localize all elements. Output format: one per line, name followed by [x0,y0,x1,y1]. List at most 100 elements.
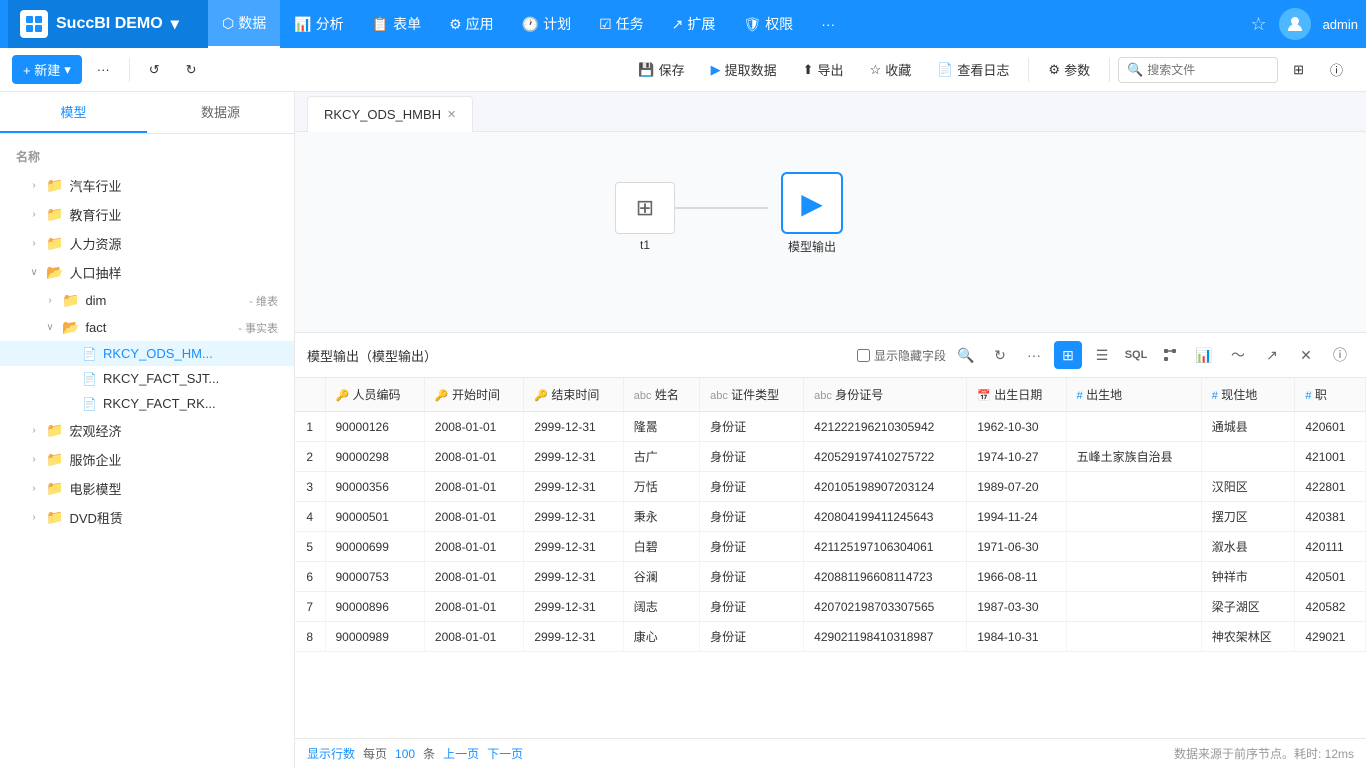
cell-姓名: 古广 [623,442,699,472]
list-view-btn[interactable]: ☰ [1088,341,1116,369]
data-table: 🔑 人员编码 🔑 开始时间 🔑 结束时间 [295,378,1366,652]
undo-button[interactable]: ↺ [138,57,171,83]
cell-职: 420501 [1295,562,1366,592]
app-icon: ⚙ [449,16,462,33]
show-rows-link[interactable]: 显示行数 [307,745,355,762]
hidden-fields-checkbox[interactable] [857,349,870,362]
col-id-num[interactable]: abc 身份证号 [804,378,967,412]
tree-item-macro[interactable]: › 📁 宏观经济 [0,416,294,445]
sql-btn[interactable]: SQL [1122,341,1150,369]
chart-btn[interactable]: 📊 [1190,341,1218,369]
col-birthplace[interactable]: # 出生地 [1066,378,1201,412]
nav-item-plan[interactable]: 🕐 计划 [508,0,585,48]
table-row: 1900001262008-01-012999-12-31隆暠身份证421222… [295,412,1366,442]
nav-item-more[interactable]: ··· [807,0,849,48]
search-input[interactable] [1147,63,1267,77]
param-icon: ⚙ [1048,62,1060,78]
show-hidden-checkbox[interactable]: 显示隐藏字段 [857,347,946,364]
param-button[interactable]: ⚙ 参数 [1037,55,1101,84]
node-output[interactable]: ▶ 模型输出 [767,172,857,255]
avatar[interactable] [1279,8,1311,40]
ellipsis-panel-btn[interactable]: ··· [1020,341,1048,369]
table-row: 2900002982008-01-012999-12-31古广身份证420529… [295,442,1366,472]
col-end-time[interactable]: 🔑 结束时间 [524,378,623,412]
dropdown-icon[interactable]: ▾ [171,14,179,34]
export-button[interactable]: ⬆ 导出 [792,55,855,84]
tab-rkcy[interactable]: RKCY_ODS_HMBH ✕ [307,96,473,132]
info-button[interactable]: ⓘ [1319,55,1354,84]
chevron-right-icon: › [28,238,40,249]
refresh-panel-btn[interactable]: ↻ [986,341,1014,369]
collect-button[interactable]: ☆ 收藏 [859,55,923,84]
more-button[interactable]: ··· [86,57,121,82]
permission-icon: 🛡 [743,16,761,33]
more-label: ··· [97,62,110,77]
tree-item-edu[interactable]: › 📁 教育行业 [0,200,294,229]
col-birthdate[interactable]: 📅 出生日期 [967,378,1066,412]
tree-item-auto[interactable]: › 📁 汽车行业 [0,171,294,200]
tree-item-fashion[interactable]: › 📁 服饰企业 [0,445,294,474]
cell-身份证号: 420804199411245643 [804,502,967,532]
col-residence[interactable]: # 现住地 [1201,378,1295,412]
tree-item-movie[interactable]: › 📁 电影模型 [0,474,294,503]
tree-item-dim[interactable]: › 📁 dim - 维表 [0,287,294,314]
tree-item-file1[interactable]: 📄 RKCY_ODS_HM... [0,341,294,366]
cell-结束时间: 2999-12-31 [524,442,623,472]
tab-close-icon[interactable]: ✕ [447,108,456,121]
node-view-btn[interactable] [1156,341,1184,369]
tree-item-file3[interactable]: 📄 RKCY_FACT_RK... [0,391,294,416]
grid-view-btn[interactable]: ⊞ [1054,341,1082,369]
nav-item-app[interactable]: ⚙ 应用 [435,0,508,48]
log-button[interactable]: 📄 查看日志 [926,55,1020,84]
cell-出生地 [1066,412,1201,442]
tree-item-fact[interactable]: ∨ 📂 fact - 事实表 [0,314,294,341]
tree-item-dvd[interactable]: › 📁 DVD租赁 [0,503,294,532]
tab-datasource-label: 数据源 [201,105,240,120]
prev-page-btn[interactable]: 上一页 [443,745,479,762]
trend-btn[interactable]: 〜 [1224,341,1252,369]
nav-item-task[interactable]: ☑ 任务 [585,0,658,48]
new-button[interactable]: + 新建 ▾ [12,55,82,84]
tree-item-hr[interactable]: › 📁 人力资源 [0,229,294,258]
search-panel-btn[interactable]: 🔍 [952,341,980,369]
cell-证件类型: 身份证 [700,592,804,622]
fetch-button[interactable]: ▶ 提取数据 [700,55,788,84]
col-cert-type[interactable]: abc 证件类型 [700,378,804,412]
next-label: 下一页 [487,747,523,761]
tree-item-sample[interactable]: ∨ 📂 人口抽样 [0,258,294,287]
cell-现住地: 溆水县 [1201,532,1295,562]
expand-btn[interactable]: ↗ [1258,341,1286,369]
tab-datasource[interactable]: 数据源 [147,92,294,133]
col-person-code[interactable]: 🔑 人员编码 [325,378,424,412]
logo-area[interactable]: SuccBI DEMO ▾ [8,0,208,48]
col-start-time[interactable]: 🔑 开始时间 [424,378,523,412]
nav-item-analysis[interactable]: 📊 分析 [280,0,357,48]
per-page-value[interactable]: 100 [395,747,415,761]
nav-item-permission[interactable]: 🛡 权限 [729,0,807,48]
col-name[interactable]: abc 姓名 [623,378,699,412]
info-icon: ⓘ [1330,60,1343,79]
folder-icon: 📁 [46,422,63,439]
search-box[interactable]: 🔍 [1118,57,1278,83]
nav-item-extend[interactable]: ↗ 扩展 [658,0,730,48]
save-label: 保存 [659,60,685,79]
row-number: 5 [295,532,325,562]
tree-item-file2[interactable]: 📄 RKCY_FACT_SJT... [0,366,294,391]
undo-icon: ↺ [149,62,160,78]
tab-model[interactable]: 模型 [0,92,147,133]
col-job[interactable]: # 职 [1295,378,1366,412]
view-toggle-button[interactable]: ⊞ [1282,57,1315,83]
node-table-t1[interactable]: ⊞ t1 [605,182,685,252]
star-icon[interactable]: ☆ [1250,14,1266,35]
nav-item-form[interactable]: 📋 表单 [358,0,435,48]
admin-label[interactable]: admin [1323,17,1358,32]
nav-item-data[interactable]: ⬡ 数据 [208,0,280,48]
cell-结束时间: 2999-12-31 [524,472,623,502]
info-panel-btn[interactable]: ⓘ [1326,341,1354,369]
save-button[interactable]: 💾 保存 [627,55,695,84]
cell-出生地: 五峰土家族自治县 [1066,442,1201,472]
redo-button[interactable]: ↻ [175,57,208,83]
close-panel-btn[interactable]: ✕ [1292,341,1320,369]
next-page-btn[interactable]: 下一页 [487,745,523,762]
folder-icon: 📁 [46,451,63,468]
